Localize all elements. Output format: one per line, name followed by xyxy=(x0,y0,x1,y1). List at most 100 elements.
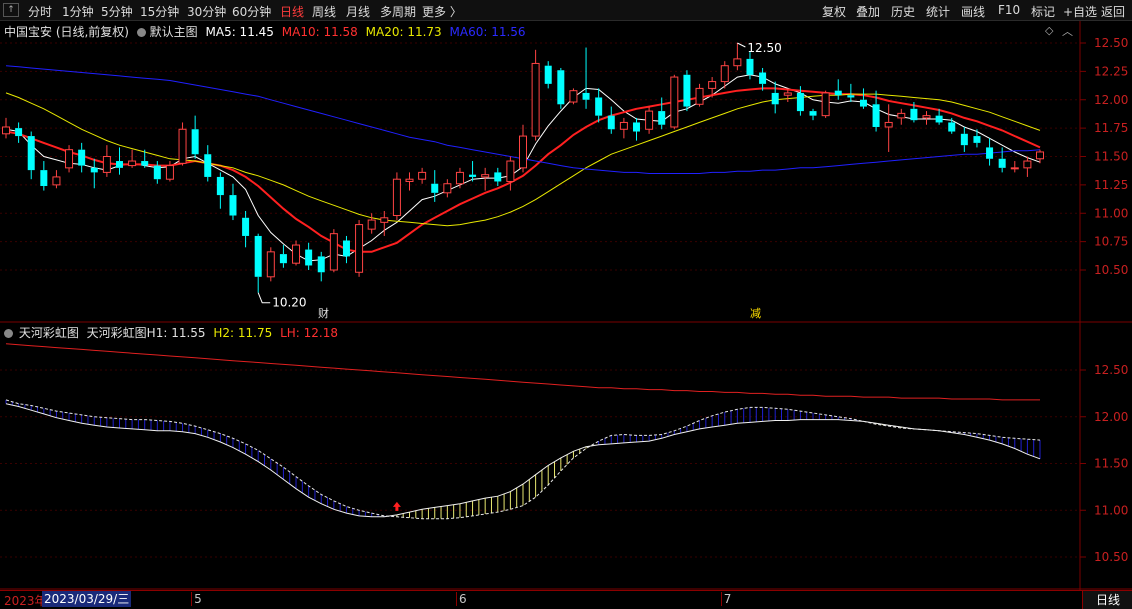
candle-body xyxy=(481,174,490,178)
candle-body xyxy=(342,240,350,257)
main-tick-label: 12.50 xyxy=(1094,36,1128,50)
tab-6[interactable]: 日线 xyxy=(280,3,304,20)
candle-body xyxy=(329,233,338,271)
candle-body xyxy=(973,136,981,143)
candle-body xyxy=(746,58,754,75)
candle-body xyxy=(720,65,729,83)
candle-body xyxy=(948,122,956,132)
candle-body xyxy=(229,195,237,216)
indicator-tick-label: 10.50 xyxy=(1094,550,1128,564)
candle-body xyxy=(783,92,792,96)
tab-1[interactable]: 1分钟 xyxy=(62,3,94,20)
main-tick-label: 12.25 xyxy=(1094,64,1128,78)
month-tick-5: 5 xyxy=(191,592,202,606)
candle-body xyxy=(305,249,313,266)
indicator-tick-label: 11.50 xyxy=(1094,457,1128,471)
chart-canvas[interactable]: 12.50 12.25 12.00 11.75 11.50 11.25 11.00 10.75… xyxy=(0,21,1132,590)
candle-body xyxy=(266,251,275,278)
main-tick-label: 11.25 xyxy=(1094,178,1128,192)
tab-8[interactable]: 月线 xyxy=(346,3,370,20)
candle-body xyxy=(317,256,325,273)
candle-body xyxy=(418,171,427,180)
candle-body xyxy=(469,174,477,177)
candle-body xyxy=(431,183,439,193)
candle-body xyxy=(1010,167,1019,170)
candle-body xyxy=(455,171,464,185)
main-tick-label: 10.50 xyxy=(1094,263,1128,277)
candle-body xyxy=(519,135,527,169)
tab-2[interactable]: 5分钟 xyxy=(101,3,133,20)
candle-body xyxy=(254,235,262,277)
candle-body xyxy=(443,183,452,194)
candle-body xyxy=(771,92,779,105)
candle-body xyxy=(557,70,565,105)
candle-body xyxy=(531,62,540,137)
month-tick-7: 7 xyxy=(720,592,731,606)
tab-4[interactable]: 30分钟 xyxy=(187,3,226,20)
tab-10[interactable]: 更多 〉 xyxy=(422,3,462,20)
candle-body xyxy=(619,121,628,130)
candle-body xyxy=(494,172,502,182)
candle-body xyxy=(78,149,86,166)
period-button[interactable]: 日线 xyxy=(1082,591,1132,609)
candle-body xyxy=(65,149,74,169)
menu-icon[interactable]: ↑ xyxy=(3,3,19,17)
main-tick-label: 12.00 xyxy=(1094,93,1128,107)
candle-body xyxy=(128,160,137,167)
buy-signal-arrow-icon xyxy=(392,501,401,511)
candle-body xyxy=(960,133,968,146)
candle-body xyxy=(834,90,842,96)
toolbar-button-4[interactable]: 画线 xyxy=(961,3,985,20)
candle-body xyxy=(922,115,931,119)
candle-body xyxy=(27,136,35,171)
candle-body xyxy=(733,58,742,67)
candle-body xyxy=(998,158,1006,168)
candle-body xyxy=(847,95,855,98)
candle-body xyxy=(292,244,301,264)
candle-body xyxy=(935,115,943,123)
candle-body xyxy=(380,217,389,223)
toolbar-button-1[interactable]: 叠加 xyxy=(856,3,880,20)
year-label: 2023年 xyxy=(4,594,47,608)
toolbar-button-0[interactable]: 复权 xyxy=(822,3,846,20)
month-tick-6: 6 xyxy=(455,592,467,606)
candle-body xyxy=(809,111,817,116)
tab-5[interactable]: 60分钟 xyxy=(232,3,271,20)
candle-body xyxy=(884,121,893,128)
candle-body xyxy=(632,122,640,132)
high-marker-line xyxy=(737,42,746,48)
toolbar-button-8[interactable]: 返回 xyxy=(1101,3,1125,20)
indicator-tick-label: 12.00 xyxy=(1094,410,1128,424)
candle-body xyxy=(544,65,552,84)
tab-7[interactable]: 周线 xyxy=(312,3,336,20)
candle-body xyxy=(645,110,654,130)
tab-9[interactable]: 多周期 xyxy=(380,3,416,20)
candle-body xyxy=(859,99,867,107)
candle-body xyxy=(165,165,174,180)
low-marker-label: 10.20 xyxy=(272,296,306,310)
candle-body xyxy=(821,92,830,117)
main-tick-label: 11.75 xyxy=(1094,121,1128,135)
candle-body xyxy=(153,165,161,180)
candle-body xyxy=(708,81,717,89)
candle-body xyxy=(115,161,123,168)
tab-0[interactable]: 分时 xyxy=(28,3,52,20)
toolbar-button-2[interactable]: 历史 xyxy=(891,3,915,20)
event-tag-finance: 财 xyxy=(318,306,329,320)
candle-body xyxy=(52,176,61,186)
candle-body xyxy=(683,74,691,107)
toolbar-button-5[interactable]: F10 xyxy=(998,3,1020,17)
candle-body xyxy=(607,115,615,130)
candle-body xyxy=(986,147,994,159)
tab-3[interactable]: 15分钟 xyxy=(140,3,179,20)
candle-body xyxy=(872,104,880,127)
candle-body xyxy=(796,92,804,112)
toolbar-button-7[interactable]: +自选 xyxy=(1063,3,1097,20)
event-tag-reduce: 减 xyxy=(750,307,761,320)
toolbar-button-6[interactable]: 标记 xyxy=(1031,3,1055,20)
candle-body xyxy=(355,224,364,273)
toolbar-button-3[interactable]: 统计 xyxy=(926,3,950,20)
candle-body xyxy=(569,90,578,103)
date-axis: 2023年 2023/03/29/三 5 6 7 日线 xyxy=(0,590,1132,609)
candle-body xyxy=(204,154,212,177)
